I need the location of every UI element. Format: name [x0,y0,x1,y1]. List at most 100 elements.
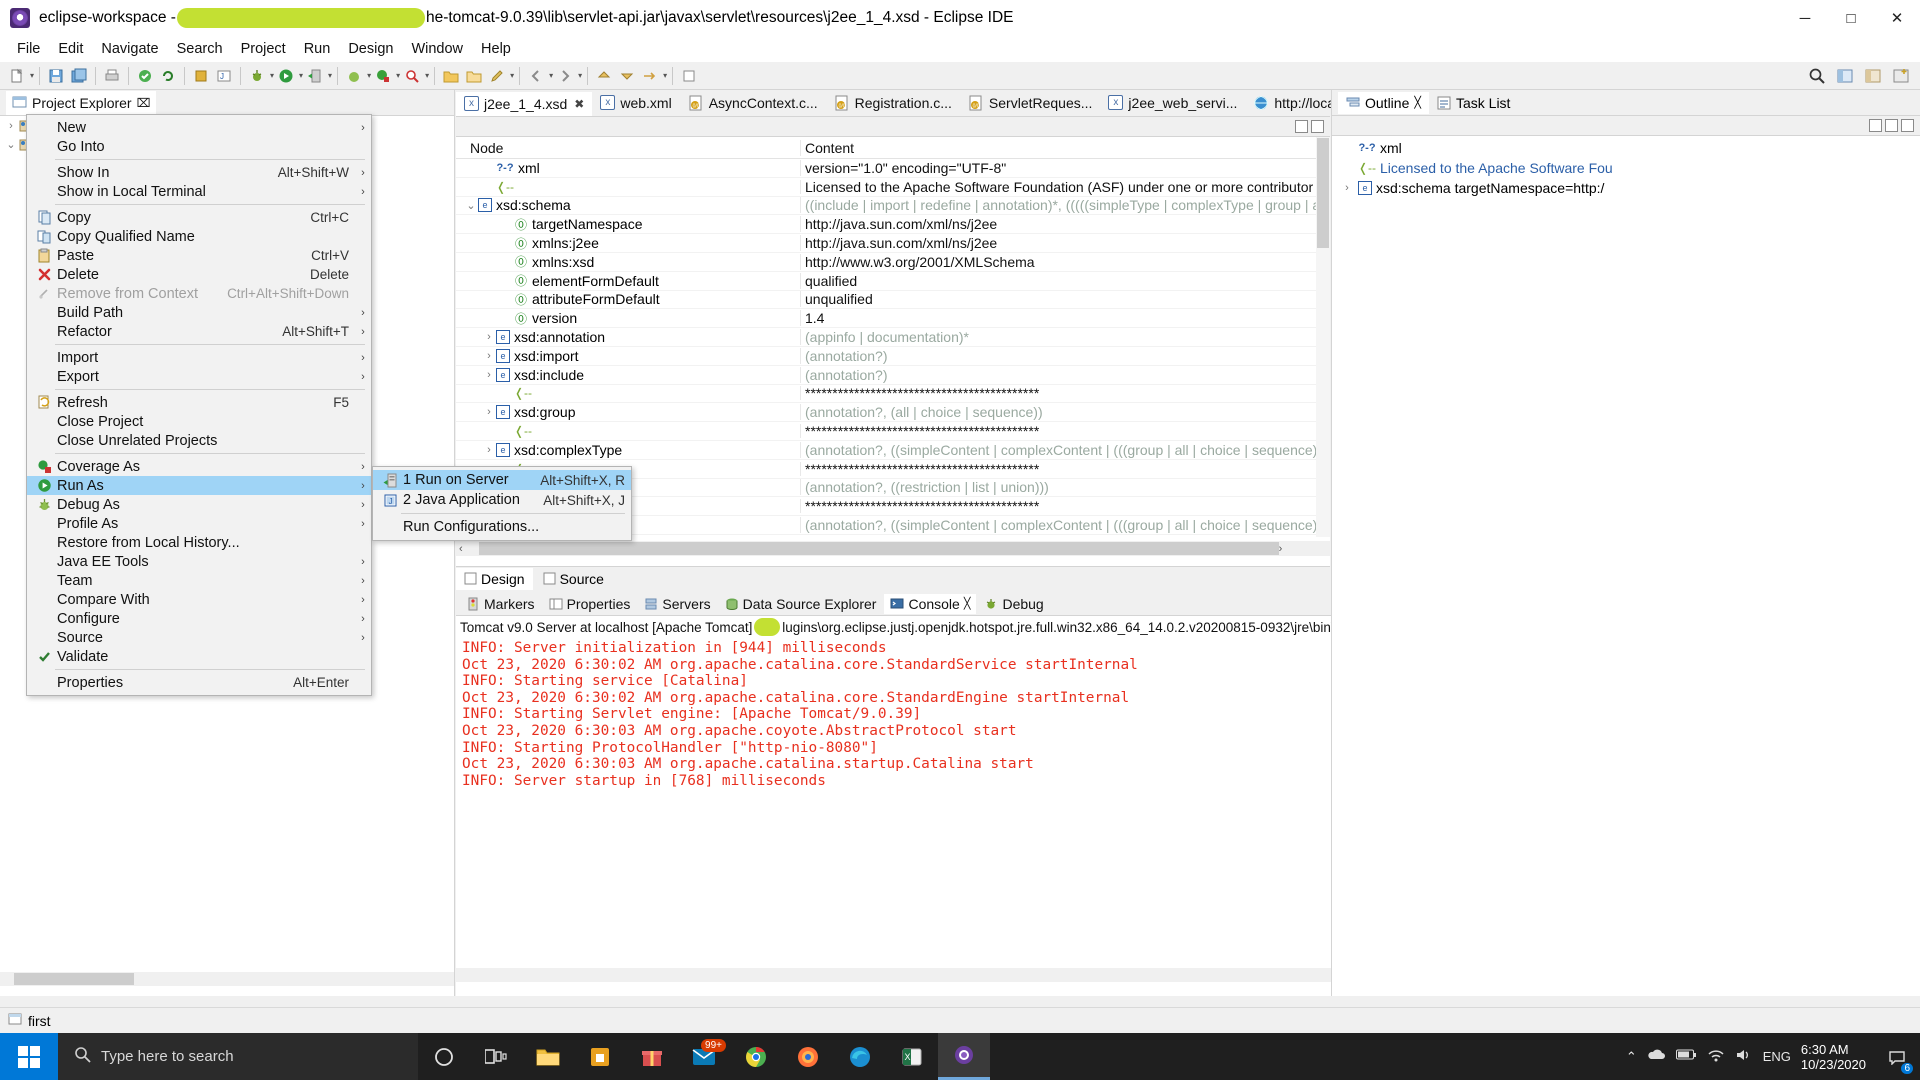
tree-twisty-icon[interactable]: ⌄ [4,138,18,151]
context-menu-item-refactor[interactable]: RefactorAlt+Shift+T› [27,322,371,341]
debug-toolbar-icon[interactable] [246,65,268,87]
context-menu-item-java-ee-tools[interactable]: Java EE Tools› [27,552,371,571]
outline-row[interactable]: ❬--Licensed to the Apache Software Fou [1332,158,1920,178]
xsd-row[interactable]: ⓪xmlns:j2eehttp://java.sun.com/xml/ns/j2… [456,234,1330,253]
editor-hscrollbar[interactable]: ‹ › [456,541,1330,556]
context-menu-item-close-project[interactable]: Close Project [27,412,371,431]
context-menu-item-copy[interactable]: CopyCtrl+C [27,208,371,227]
hscroll-right-arrow-icon[interactable]: › [1279,543,1283,555]
xsd-row[interactable]: ⓪elementFormDefaultqualified [456,272,1330,291]
editor-tab-registration-c---[interactable]: 0/0Registration.c... [826,90,960,116]
search-dropdown-icon[interactable]: ▾ [425,71,429,80]
minimize-button[interactable]: ─ [1782,0,1828,36]
bottom-tab-properties[interactable]: Properties [543,594,637,614]
chrome-icon[interactable] [730,1033,782,1080]
server-dropdown-icon[interactable]: ▾ [328,71,332,80]
menu-edit[interactable]: Edit [49,38,92,60]
xsd-twisty-icon[interactable]: › [482,350,496,362]
open-perspective-icon[interactable] [1890,65,1912,87]
context-menu-item-source[interactable]: Source› [27,628,371,647]
open-folder-icon[interactable] [440,65,462,87]
editor-hscroll-thumb[interactable] [479,542,1279,555]
coverage-icon[interactable] [372,65,394,87]
prev-annotation-icon[interactable] [593,65,615,87]
vscroll-thumb[interactable] [1317,138,1329,248]
xsd-row[interactable]: ›exsd:complexType(annotation?, ((simpleC… [456,441,1330,460]
editor-tab-web-xml[interactable]: xweb.xml [592,90,679,116]
context-menu-item-close-unrelated-projects[interactable]: Close Unrelated Projects [27,431,371,450]
onedrive-icon[interactable] [1647,1048,1666,1065]
notification-center-icon[interactable]: 6 [1882,1033,1912,1080]
gift-app-icon[interactable] [626,1033,678,1080]
project-context-menu[interactable]: New›Go IntoShow InAlt+Shift+W›Show in Lo… [26,114,372,696]
hscroll-thumb[interactable] [14,973,134,985]
run-as-item-1-run-on-server[interactable]: 1 Run on ServerAlt+Shift+X, R [373,470,631,490]
outline-row[interactable]: ?-?xml [1332,138,1920,158]
run-dropdown-icon[interactable]: ▾ [299,71,303,80]
xsd-row[interactable]: ⓪targetNamespacehttp://java.sun.com/xml/… [456,215,1330,234]
xsd-twisty-icon[interactable]: › [482,331,496,343]
context-menu-item-delete[interactable]: DeleteDelete [27,265,371,284]
run-toolbar-icon[interactable] [275,65,297,87]
editor-collapse-icon[interactable] [1311,120,1324,133]
close-icon[interactable]: ✖ [574,97,584,111]
validate-toolbar-icon[interactable] [134,65,156,87]
save-all-icon[interactable] [68,65,90,87]
context-menu-item-run-as[interactable]: Run As› [27,476,371,495]
run-on-server-toolbar-icon[interactable] [304,65,326,87]
xsd-twisty-icon[interactable]: › [482,406,496,418]
excel-icon[interactable]: X [886,1033,938,1080]
context-menu-item-copy-qualified-name[interactable]: Copy Qualified Name [27,227,371,246]
language-indicator[interactable]: ENG [1763,1049,1791,1064]
editor-view-tab-design[interactable]: Design [456,568,533,590]
context-menu-item-coverage-as[interactable]: Coverage As› [27,457,371,476]
battery-icon[interactable] [1676,1049,1697,1064]
bottom-tab-console[interactable]: Console╳ [884,594,976,614]
right-tab-task-list[interactable]: Task List [1429,92,1518,114]
menu-help[interactable]: Help [472,38,520,60]
close-icon[interactable]: ╳ [964,597,971,610]
eclipse-taskbar-icon[interactable] [938,1033,990,1080]
start-button[interactable] [0,1033,58,1080]
xsd-row[interactable]: ›exsd:annotation(appinfo | documentation… [456,328,1330,347]
bottom-tab-servers[interactable]: Servers [638,594,716,614]
save-icon[interactable] [45,65,67,87]
xsd-row[interactable]: ❬--*************************************… [456,422,1330,441]
java-ee-perspective-icon[interactable] [1834,65,1856,87]
xsd-row[interactable]: ❬-- Licensed to the Apache Software Foun… [456,178,1330,197]
run-as-submenu[interactable]: 1 Run on ServerAlt+Shift+X, RJ2 Java App… [372,466,632,541]
outline-row[interactable]: ›exsd:schema targetNamespace=http:/ [1332,178,1920,198]
xsd-row[interactable]: ⓪version1.4 [456,309,1330,328]
xsd-twisty-icon[interactable]: ⌄ [464,199,478,212]
outline-maximize-icon[interactable] [1901,119,1914,132]
context-menu-item-refresh[interactable]: RefreshF5 [27,393,371,412]
context-menu-item-new[interactable]: New› [27,118,371,137]
java-perspective-icon[interactable] [1862,65,1884,87]
mail-app-icon[interactable]: 99+ [678,1033,730,1080]
taskbar-search[interactable]: Type here to search [58,1033,418,1080]
context-menu-item-properties[interactable]: PropertiesAlt+Enter [27,673,371,692]
context-menu-item-compare-with[interactable]: Compare With› [27,590,371,609]
edit-pencil-icon[interactable] [486,65,508,87]
context-menu-item-profile-as[interactable]: Profile As› [27,514,371,533]
outline-twisty-icon[interactable]: › [1340,182,1354,194]
close-icon[interactable]: ╳ [1414,96,1421,109]
tree-twisty-icon[interactable]: › [4,120,18,132]
nav-forward-icon[interactable] [554,65,576,87]
editor-tab-servletreques---[interactable]: 0/0ServletReques... [960,90,1101,116]
profile-icon[interactable] [343,65,365,87]
refresh-toolbar-icon[interactable] [157,65,179,87]
new-window-icon[interactable] [678,65,700,87]
maximize-button[interactable]: □ [1828,0,1874,36]
next-annotation-icon[interactable] [616,65,638,87]
firefox-icon[interactable] [782,1033,834,1080]
menu-design[interactable]: Design [339,38,402,60]
context-menu-item-show-in-local-terminal[interactable]: Show in Local Terminal› [27,182,371,201]
microsoft-store-icon[interactable] [574,1033,626,1080]
file-explorer-icon[interactable] [522,1033,574,1080]
run-as-item-2-java-application[interactable]: J2 Java ApplicationAlt+Shift+X, J [373,490,631,510]
context-menu-item-go-into[interactable]: Go Into [27,137,371,156]
editor-tab-asynccontext-c---[interactable]: 0/0AsyncContext.c... [680,90,826,116]
forward-dropdown-icon[interactable]: ▾ [578,71,582,80]
last-edit-icon[interactable] [639,65,661,87]
